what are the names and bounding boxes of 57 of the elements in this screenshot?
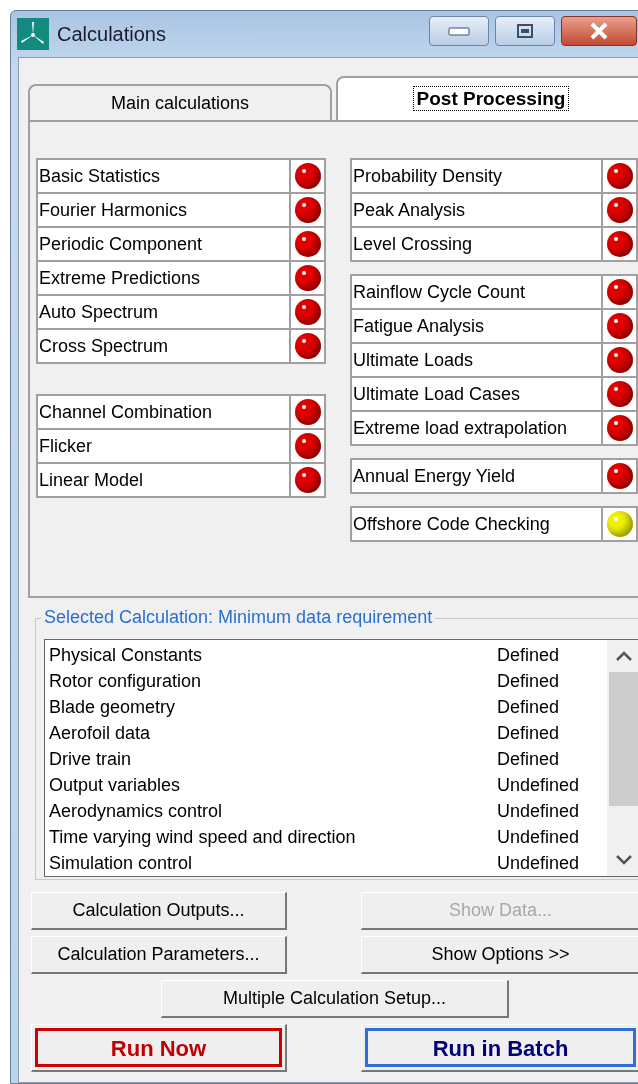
group-title: Selected Calculation: Minimum data requirement <box>41 607 436 628</box>
tab[interactable]: Post Processing <box>336 76 638 120</box>
calculation-label[interactable]: Extreme Predictions <box>38 262 289 294</box>
calculation-label[interactable]: Cross Spectrum <box>38 330 289 362</box>
close-icon <box>589 22 609 40</box>
calculation-label[interactable]: Level Crossing <box>352 228 601 260</box>
calculation-label[interactable]: Probability Density <box>352 160 601 192</box>
maximize-icon <box>517 24 533 38</box>
requirement-status: Undefined <box>497 826 580 849</box>
run-button[interactable]: Run Now <box>31 1024 287 1072</box>
calculation-label[interactable]: Offshore Code Checking <box>352 508 601 540</box>
run-button[interactable]: Run in Batch <box>361 1024 638 1072</box>
dialog-button[interactable]: Calculation Parameters... <box>31 936 287 974</box>
requirement-status: Undefined <box>497 852 580 875</box>
calculation-label[interactable]: Ultimate Load Cases <box>352 378 601 410</box>
scrollbar[interactable] <box>607 640 638 876</box>
dialog-button[interactable]: Multiple Calculation Setup... <box>161 980 509 1018</box>
requirement-name: Rotor configuration <box>49 670 203 693</box>
requirement-status: Defined <box>497 670 560 693</box>
calculation-label[interactable]: Linear Model <box>38 464 289 496</box>
dialog-button[interactable]: Calculation Outputs... <box>31 892 287 930</box>
minimize-icon <box>448 26 470 36</box>
requirement-status: Defined <box>497 696 560 719</box>
minimize-button[interactable] <box>429 16 489 46</box>
close-button[interactable] <box>561 16 637 46</box>
requirement-name: Physical Constants <box>49 644 204 667</box>
scroll-thumb[interactable] <box>609 672 638 806</box>
tab[interactable]: Main calculations <box>28 84 332 120</box>
calculation-label[interactable]: Auto Spectrum <box>38 296 289 328</box>
calculation-label[interactable]: Basic Statistics <box>38 160 289 192</box>
requirement-status: Undefined <box>497 774 580 797</box>
requirement-status: Defined <box>497 722 560 745</box>
calculation-label[interactable]: Flicker <box>38 430 289 462</box>
requirement-status: Defined <box>497 748 560 771</box>
requirement-status: Undefined <box>497 800 580 823</box>
window-title: Calculations <box>57 22 167 46</box>
calculation-label[interactable]: Annual Energy Yield <box>352 460 601 492</box>
calculation-label[interactable]: Peak Analysis <box>352 194 601 226</box>
scroll-down-icon[interactable] <box>615 854 633 866</box>
calculation-label[interactable]: Ultimate Loads <box>352 344 601 376</box>
requirement-status: Defined <box>497 644 560 667</box>
requirement-name: Blade geometry <box>49 696 177 719</box>
dialog-button[interactable]: Show Options >> <box>361 936 638 974</box>
scroll-up-icon[interactable] <box>615 650 633 662</box>
calculation-label[interactable]: Rainflow Cycle Count <box>352 276 601 308</box>
calculation-label[interactable]: Channel Combination <box>38 396 289 428</box>
calculation-label[interactable]: Periodic Component <box>38 228 289 260</box>
calculation-label[interactable]: Fourier Harmonics <box>38 194 289 226</box>
calculation-label[interactable]: Fatigue Analysis <box>352 310 601 342</box>
requirement-name: Aerodynamics control <box>49 800 224 823</box>
requirement-name: Simulation control <box>49 852 194 875</box>
requirement-name: Drive train <box>49 748 133 771</box>
requirement-name: Time varying wind speed and direction <box>49 826 357 849</box>
maximize-button[interactable] <box>495 16 555 46</box>
requirement-name: Output variables <box>49 774 182 797</box>
calculation-label[interactable]: Extreme load extrapolation <box>352 412 601 444</box>
requirement-name: Aerofoil data <box>49 722 152 745</box>
